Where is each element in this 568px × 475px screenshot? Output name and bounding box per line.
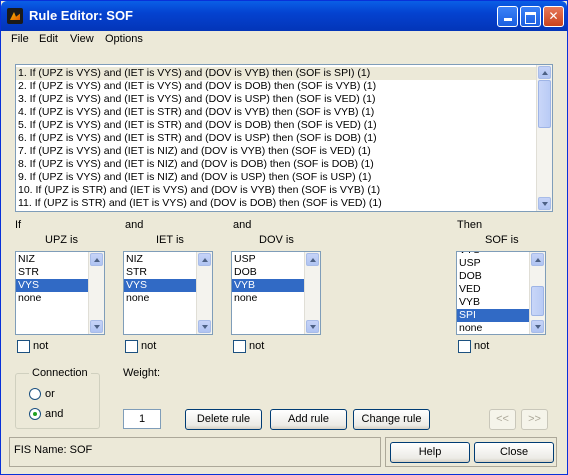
scroll-up-arrow-icon[interactable] [538, 66, 551, 79]
scroll-down-arrow-icon[interactable] [306, 320, 319, 333]
minimize-icon [503, 18, 512, 21]
maximize-icon [525, 12, 536, 24]
scroll-up-arrow-icon[interactable] [306, 253, 319, 266]
sof-not-label: not [474, 340, 490, 352]
help-button[interactable]: Help [390, 442, 470, 463]
menu-options[interactable]: Options [105, 33, 143, 45]
add-rule-button[interactable]: Add rule [270, 409, 347, 430]
and-label-1: and [125, 219, 144, 231]
connection-label: Connection [29, 367, 91, 379]
rule-option[interactable]: 2. If (UPZ is VYS) and (IET is VYS) and … [16, 80, 552, 93]
upz-not-label: not [33, 340, 49, 352]
iet-scrollbar[interactable] [196, 252, 212, 334]
maximize-button[interactable] [520, 6, 541, 27]
rule-option[interactable]: 3. If (UPZ is VYS) and (IET is VYS) and … [16, 93, 552, 106]
sof-listbox[interactable]: VYS USPDOBVEDVYBSPInone [456, 251, 546, 335]
close-window-button[interactable]: ✕ [543, 6, 564, 27]
weight-label: Weight: [123, 367, 161, 379]
rule-option[interactable]: 11. If (UPZ is STR) and (IET is VYS) and… [16, 197, 552, 210]
scroll-down-arrow-icon[interactable] [531, 320, 544, 333]
upz-label: UPZ is [45, 234, 78, 246]
rule-option[interactable]: 4. If (UPZ is VYS) and (IET is STR) and … [16, 106, 552, 119]
close-icon: ✕ [548, 9, 559, 23]
status-box: FIS Name: SOF [9, 437, 381, 467]
dov-listbox[interactable]: USP DOB VYB none [231, 251, 321, 335]
scroll-down-arrow-icon[interactable] [90, 320, 103, 333]
dov-not-label: not [249, 340, 265, 352]
rule-option[interactable]: 7. If (UPZ is VYS) and (IET is NIZ) and … [16, 145, 552, 158]
close-button[interactable]: Close [474, 442, 554, 463]
rule-option[interactable]: 10. If (UPZ is STR) and (IET is VYS) and… [16, 184, 552, 197]
sof-not-checkbox[interactable] [458, 340, 471, 353]
scroll-down-arrow-icon[interactable] [538, 197, 551, 210]
scroll-up-arrow-icon[interactable] [90, 253, 103, 266]
dov-label: DOV is [259, 234, 294, 246]
then-label: Then [457, 219, 483, 231]
sof-scrollbar[interactable] [529, 252, 545, 334]
or-label: or [45, 388, 55, 400]
rule-option[interactable]: 6. If (UPZ is VYS) and (IET is STR) and … [16, 132, 552, 145]
upz-not-checkbox[interactable] [17, 340, 30, 353]
sof-label: SOF is [485, 234, 519, 246]
scroll-down-arrow-icon[interactable] [198, 320, 211, 333]
dov-scrollbar[interactable] [304, 252, 320, 334]
change-rule-button[interactable]: Change rule [353, 409, 430, 430]
menu-bar: File Edit View Options [1, 31, 567, 49]
rule-option[interactable]: 1. If (UPZ is VYS) and (IET is VYS) and … [16, 67, 552, 80]
rule-option[interactable]: 5. If (UPZ is VYS) and (IET is STR) and … [16, 119, 552, 132]
delete-rule-button[interactable]: Delete rule [185, 409, 262, 430]
connection-group [15, 373, 100, 429]
weight-input[interactable]: 1 [123, 409, 161, 429]
fis-name-status: FIS Name: SOF [14, 444, 93, 456]
title-bar[interactable]: Rule Editor: SOF ✕ [1, 1, 567, 31]
upz-listbox[interactable]: NIZ STR VYS none [15, 251, 105, 335]
iet-label: IET is [156, 234, 184, 246]
scroll-up-arrow-icon[interactable] [198, 253, 211, 266]
and-radio[interactable] [29, 408, 41, 420]
scroll-thumb[interactable] [538, 80, 551, 128]
scroll-up-arrow-icon[interactable] [531, 253, 544, 266]
rule-editor-window: Rule Editor: SOF ✕ File Edit View Option… [0, 0, 568, 475]
menu-view[interactable]: View [70, 33, 94, 45]
upz-scrollbar[interactable] [88, 252, 104, 334]
window-title: Rule Editor: SOF [29, 8, 133, 23]
next-button[interactable]: >> [521, 409, 548, 430]
menu-edit[interactable]: Edit [39, 33, 58, 45]
if-label: If [15, 219, 22, 231]
rule-option[interactable]: 9. If (UPZ is VYS) and (IET is NIZ) and … [16, 171, 552, 184]
matlab-logo-icon [7, 8, 23, 24]
scroll-thumb[interactable] [531, 286, 544, 316]
iet-listbox[interactable]: NIZ STR VYS none [123, 251, 213, 335]
minimize-button[interactable] [497, 6, 518, 27]
rules-scrollbar[interactable] [536, 65, 552, 211]
or-radio[interactable] [29, 388, 41, 400]
iet-not-label: not [141, 340, 157, 352]
rules-listbox[interactable]: 1. If (UPZ is VYS) and (IET is VYS) and … [15, 64, 553, 212]
dov-not-checkbox[interactable] [233, 340, 246, 353]
iet-not-checkbox[interactable] [125, 340, 138, 353]
menu-file[interactable]: File [11, 33, 29, 45]
prev-button[interactable]: << [489, 409, 516, 430]
and-label: and [45, 408, 64, 420]
and-label-2: and [233, 219, 252, 231]
rule-option[interactable]: 8. If (UPZ is VYS) and (IET is NIZ) and … [16, 158, 552, 171]
